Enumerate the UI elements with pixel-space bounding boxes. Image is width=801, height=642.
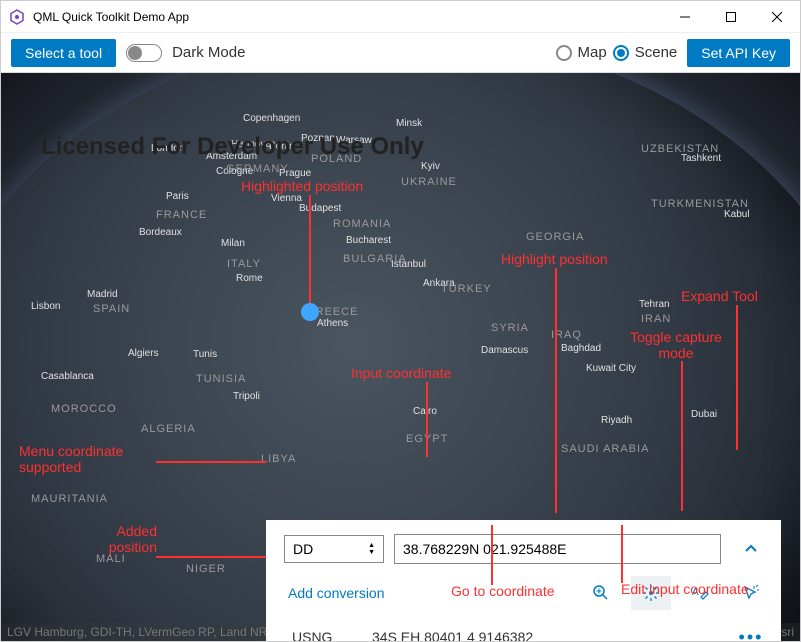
city-label: Bordeaux bbox=[139, 227, 182, 238]
country-label: FRANCE bbox=[156, 209, 207, 221]
cursor-click-icon bbox=[742, 584, 760, 602]
flash-button[interactable] bbox=[631, 576, 671, 610]
city-label: Dubai bbox=[691, 409, 717, 420]
city-label: Milan bbox=[221, 238, 245, 249]
country-label: SYRIA bbox=[491, 322, 529, 334]
dark-mode-label: Dark Mode bbox=[172, 44, 245, 61]
city-label: Kuwait City bbox=[586, 363, 636, 374]
chevron-up-icon bbox=[743, 541, 759, 557]
country-label: TURKEY bbox=[441, 283, 492, 295]
city-label: Rome bbox=[236, 273, 263, 284]
country-label: GEORGIA bbox=[526, 231, 584, 243]
flash-icon bbox=[642, 584, 660, 602]
country-label: MAURITANIA bbox=[31, 493, 108, 505]
window-title: QML Quick Toolkit Demo App bbox=[33, 10, 662, 24]
scene-radio[interactable] bbox=[613, 45, 629, 61]
set-api-key-button[interactable]: Set API Key bbox=[687, 39, 790, 67]
country-label: ITALY bbox=[227, 258, 261, 270]
titlebar: QML Quick Toolkit Demo App bbox=[1, 1, 800, 33]
country-label: SAUDI ARABIA bbox=[561, 443, 649, 455]
city-label: Algiers bbox=[128, 348, 159, 359]
coordinate-input[interactable] bbox=[394, 534, 721, 564]
city-label: Kabul bbox=[724, 209, 750, 220]
country-label: IRAQ bbox=[551, 329, 582, 341]
toolbar: Select a tool Dark Mode Map Scene Set AP… bbox=[1, 33, 800, 73]
city-label: Copenhagen bbox=[243, 113, 300, 124]
more-options-button[interactable]: ••• bbox=[731, 620, 771, 641]
city-label: Casablanca bbox=[41, 371, 94, 382]
svg-text:A: A bbox=[692, 587, 699, 598]
map-radio-label: Map bbox=[578, 44, 607, 61]
map-radio[interactable] bbox=[556, 45, 572, 61]
country-label: LIBYA bbox=[261, 453, 296, 465]
capture-mode-button[interactable] bbox=[731, 576, 771, 610]
highlighted-marker[interactable] bbox=[301, 303, 319, 321]
country-label: UZBEKISTAN bbox=[641, 143, 719, 155]
country-label: ROMANIA bbox=[333, 218, 391, 230]
country-label: GERMANY bbox=[226, 163, 289, 175]
expand-button[interactable] bbox=[731, 532, 771, 566]
select-tool-button[interactable]: Select a tool bbox=[11, 39, 116, 67]
country-label: TURKMENISTAN bbox=[651, 198, 749, 210]
country-label: MOROCCO bbox=[51, 403, 117, 415]
city-label: Budapest bbox=[299, 203, 341, 214]
country-label: ALGERIA bbox=[141, 423, 196, 435]
country-label: NIGER bbox=[186, 563, 226, 575]
city-label: Baghdad bbox=[561, 343, 601, 354]
city-label: Bucharest bbox=[346, 235, 391, 246]
country-label: EGYPT bbox=[406, 433, 448, 445]
close-button[interactable] bbox=[754, 1, 800, 33]
coordinate-conversion-panel: DD ▲▼ Add conversion A bbox=[266, 520, 781, 641]
country-label: MALI bbox=[96, 553, 126, 565]
view-mode-radio-group: Map Scene bbox=[556, 44, 678, 61]
city-label: Cairo bbox=[413, 406, 437, 417]
city-label: Riyadh bbox=[601, 415, 632, 426]
scene-view[interactable]: Licensed For Developer Use Only LondonHa… bbox=[1, 73, 800, 641]
city-label: Minsk bbox=[396, 118, 422, 129]
scene-radio-label: Scene bbox=[635, 44, 678, 61]
city-label: Kyiv bbox=[421, 161, 440, 172]
city-label: Tunis bbox=[193, 349, 217, 360]
city-label: Damascus bbox=[481, 345, 528, 356]
added-coord-value: 34S EH 80401 4 9146382 bbox=[372, 629, 711, 641]
city-label: Madrid bbox=[87, 289, 118, 300]
minimize-button[interactable] bbox=[662, 1, 708, 33]
maximize-button[interactable] bbox=[708, 1, 754, 33]
dots-icon: ••• bbox=[739, 627, 764, 642]
zoom-in-icon bbox=[592, 584, 610, 602]
city-label: Lisbon bbox=[31, 301, 60, 312]
country-label: IRAN bbox=[641, 313, 671, 325]
app-window: QML Quick Toolkit Demo App Select a tool… bbox=[0, 0, 801, 642]
app-icon bbox=[9, 9, 25, 25]
city-label: Vienna bbox=[271, 193, 302, 204]
country-label: TUNISIA bbox=[196, 373, 246, 385]
window-controls bbox=[662, 1, 800, 33]
added-format-label: USNG bbox=[292, 629, 352, 641]
license-watermark: Licensed For Developer Use Only bbox=[41, 133, 424, 161]
zoom-to-button[interactable] bbox=[581, 576, 621, 610]
country-label: BULGARIA bbox=[343, 253, 407, 265]
dark-mode-toggle[interactable] bbox=[126, 44, 162, 62]
country-label: UKRAINE bbox=[401, 176, 457, 188]
coordinate-format-select[interactable]: DD ▲▼ bbox=[284, 535, 384, 563]
edit-button[interactable]: A bbox=[681, 576, 721, 610]
spinner-icon: ▲▼ bbox=[368, 542, 375, 556]
city-label: Tehran bbox=[639, 299, 670, 310]
coordinate-format-value: DD bbox=[293, 541, 313, 557]
city-label: Athens bbox=[317, 318, 348, 329]
city-label: Paris bbox=[166, 191, 189, 202]
add-conversion-link[interactable]: Add conversion bbox=[284, 585, 385, 601]
city-label: Tripoli bbox=[233, 391, 260, 402]
edit-icon: A bbox=[692, 584, 710, 602]
country-label: SPAIN bbox=[93, 303, 130, 315]
